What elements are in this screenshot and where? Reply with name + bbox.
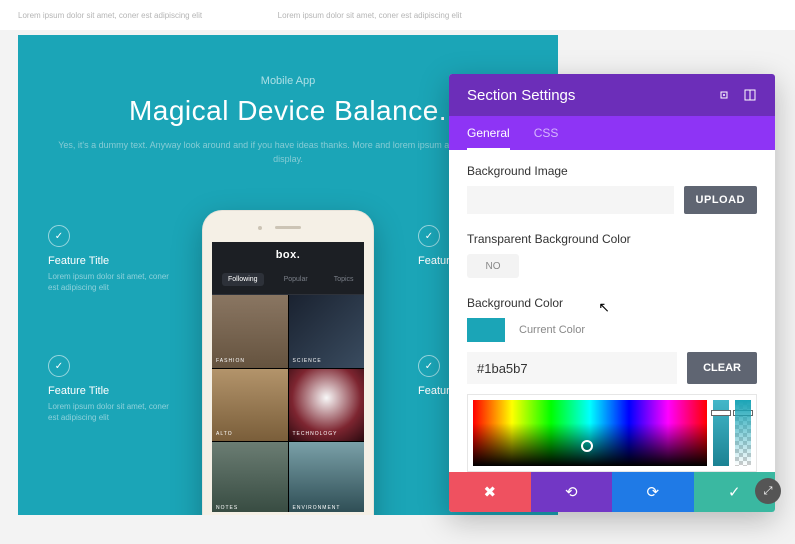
phone-brand: box.: [212, 242, 364, 268]
alpha-slider[interactable]: [735, 400, 751, 466]
top-item: Lorem ipsum dolor sit amet, coner est ad…: [278, 11, 518, 20]
feature-copy: Lorem ipsum dolor sit amet, coner est ad…: [48, 401, 178, 423]
hue-slider[interactable]: [713, 400, 729, 466]
tab-css[interactable]: CSS: [534, 116, 559, 150]
close-icon: ✖: [483, 483, 496, 501]
redo-button[interactable]: ⟳: [612, 472, 694, 512]
spectrum-area[interactable]: [473, 400, 707, 466]
transparent-toggle[interactable]: NO: [467, 254, 519, 278]
undo-icon: ⟲: [565, 483, 578, 501]
check-icon: ✓: [418, 225, 440, 247]
feature-block: ✓ Feature Title Lorem ipsum dolor sit am…: [48, 225, 178, 293]
clear-button[interactable]: CLEAR: [687, 352, 757, 384]
check-icon: ✓: [48, 225, 70, 247]
phone-tabs: Following Popular Topics: [212, 268, 364, 295]
check-icon: ✓: [48, 355, 70, 377]
panel-footer: ✖ ⟲ ⟳ ✓: [449, 472, 775, 512]
focus-icon[interactable]: [717, 88, 731, 102]
color-picker[interactable]: [467, 394, 757, 472]
feature-title: Feature Title: [48, 255, 178, 267]
transparent-label: Transparent Background Color: [467, 232, 757, 246]
top-lorem-row: Lorem ipsum dolor sit amet, coner est ad…: [0, 0, 795, 30]
feature-copy: Lorem ipsum dolor sit amet, coner est ad…: [48, 271, 178, 293]
bg-color-label: Background Color: [467, 296, 757, 310]
check-icon: ✓: [418, 355, 440, 377]
phone-tile: ENVIRONMENT: [289, 442, 365, 512]
feature-block: ✓ Feature Title Lorem ipsum dolor sit am…: [48, 355, 178, 423]
panel-header[interactable]: Section Settings: [449, 74, 775, 116]
bg-image-label: Background Image: [467, 164, 757, 178]
color-swatch[interactable]: [467, 318, 505, 342]
phone-tile: SCIENCE: [289, 295, 365, 368]
phone-tab: Popular: [278, 273, 314, 286]
tab-general[interactable]: General: [467, 116, 510, 150]
expand-button[interactable]: ⤢: [755, 478, 781, 504]
redo-icon: ⟳: [646, 483, 659, 501]
section-settings-panel: Section Settings General CSS Background …: [449, 74, 775, 512]
cancel-button[interactable]: ✖: [449, 472, 531, 512]
check-icon: ✓: [728, 483, 741, 501]
bg-image-input[interactable]: [467, 186, 674, 214]
expand-icon: ⤢: [764, 485, 773, 498]
top-item: Lorem ipsum dolor sit amet, coner est ad…: [18, 11, 258, 20]
phone-tab: Topics: [328, 273, 360, 286]
picker-handle-icon[interactable]: [581, 440, 593, 452]
columns-icon[interactable]: [743, 88, 757, 102]
hex-input[interactable]: [467, 352, 677, 384]
upload-button[interactable]: UPLOAD: [684, 186, 757, 214]
feature-title: Feature Title: [48, 385, 178, 397]
current-color-label: Current Color: [519, 324, 585, 336]
phone-tile: FASHION: [212, 295, 288, 368]
phone-tile: ALTO: [212, 369, 288, 442]
panel-title: Section Settings: [467, 87, 575, 104]
undo-button[interactable]: ⟲: [531, 472, 613, 512]
phone-mockup: box. Following Popular Topics FASHION SC…: [202, 210, 374, 515]
panel-tabs: General CSS: [449, 116, 775, 150]
phone-tile: NOTES: [212, 442, 288, 512]
phone-tile: TECHNOLOGY: [289, 369, 365, 442]
phone-tab: Following: [222, 273, 264, 286]
